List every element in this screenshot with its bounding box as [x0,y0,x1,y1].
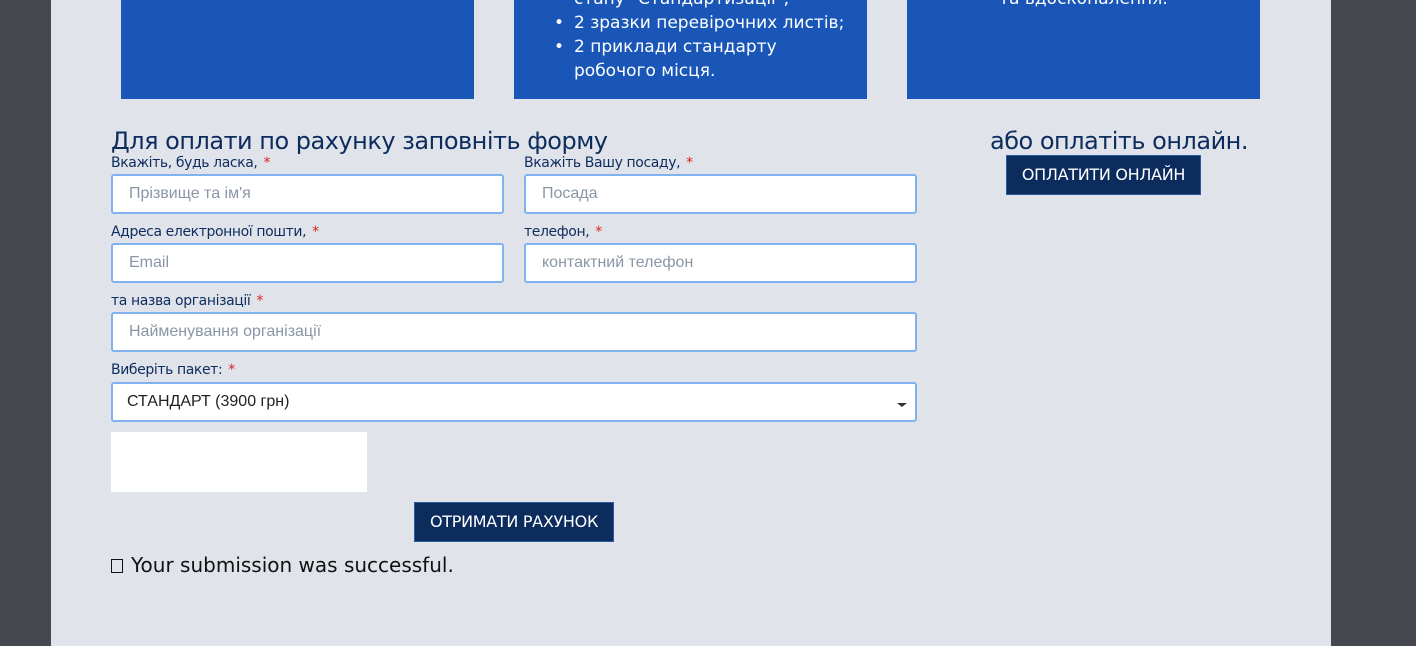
required-mark: * [263,155,271,171]
name-label: Вкажіть, будь ласка, * [111,155,270,171]
package-card-left [121,0,474,99]
success-text: Your submission was successful. [131,553,454,577]
organization-input[interactable] [111,312,917,352]
page-content: стану "Стандартизації"; 2 зразки перевір… [51,0,1331,646]
package-select-value: СТАНДАРТ (3900 грн) [127,393,290,410]
list-item: 2 приклади стандарту робочого місця. [554,35,854,83]
position-input[interactable] [524,174,917,214]
phone-label: телефон, * [524,224,602,240]
required-mark: * [312,224,319,240]
chevron-down-icon [897,403,907,407]
name-label-text: Вкажіть, будь ласка, [111,155,258,171]
required-mark: * [686,155,693,171]
get-invoice-button[interactable]: ОТРИМАТИ РАХУНОК [414,502,614,542]
package-label: Виберіть пакет: * [111,362,235,378]
organization-label: та назва організації * [111,293,263,309]
checkbox-icon [111,559,123,573]
required-mark: * [228,362,235,378]
required-mark: * [256,293,264,309]
email-label: Адреса електронної пошти, * [111,224,319,240]
success-message: Your submission was successful. [111,553,454,577]
phone-input[interactable] [524,243,917,283]
package-label-text: Виберіть пакет: [111,362,223,378]
organization-label-text: та назва організації [111,293,251,309]
package-card-middle: стану "Стандартизації"; 2 зразки перевір… [514,0,867,99]
pay-online-button[interactable]: ОПЛАТИТИ ОНЛАЙН [1006,155,1201,195]
package-select[interactable]: СТАНДАРТ (3900 грн) [111,382,917,422]
required-mark: * [595,224,602,240]
phone-label-text: телефон, [524,224,590,240]
list-item: 2 зразки перевірочних листів; [554,11,854,35]
package-features-list: стану "Стандартизації"; 2 зразки перевір… [554,0,854,83]
list-item: стану "Стандартизації"; [554,0,854,11]
full-name-input[interactable] [111,174,504,214]
package-card-right: та вдосконалення. [907,0,1260,99]
position-label-text: Вкажіть Вашу посаду, [524,155,681,171]
form-title: Для оплати по рахунку заповніть форму [111,127,608,155]
online-payment-title: або оплатіть онлайн. [990,127,1248,155]
email-input[interactable] [111,243,504,283]
card-text: та вдосконалення. [907,0,1260,10]
position-label: Вкажіть Вашу посаду, * [524,155,693,171]
captcha-box[interactable] [111,432,367,492]
email-label-text: Адреса електронної пошти, [111,224,307,240]
